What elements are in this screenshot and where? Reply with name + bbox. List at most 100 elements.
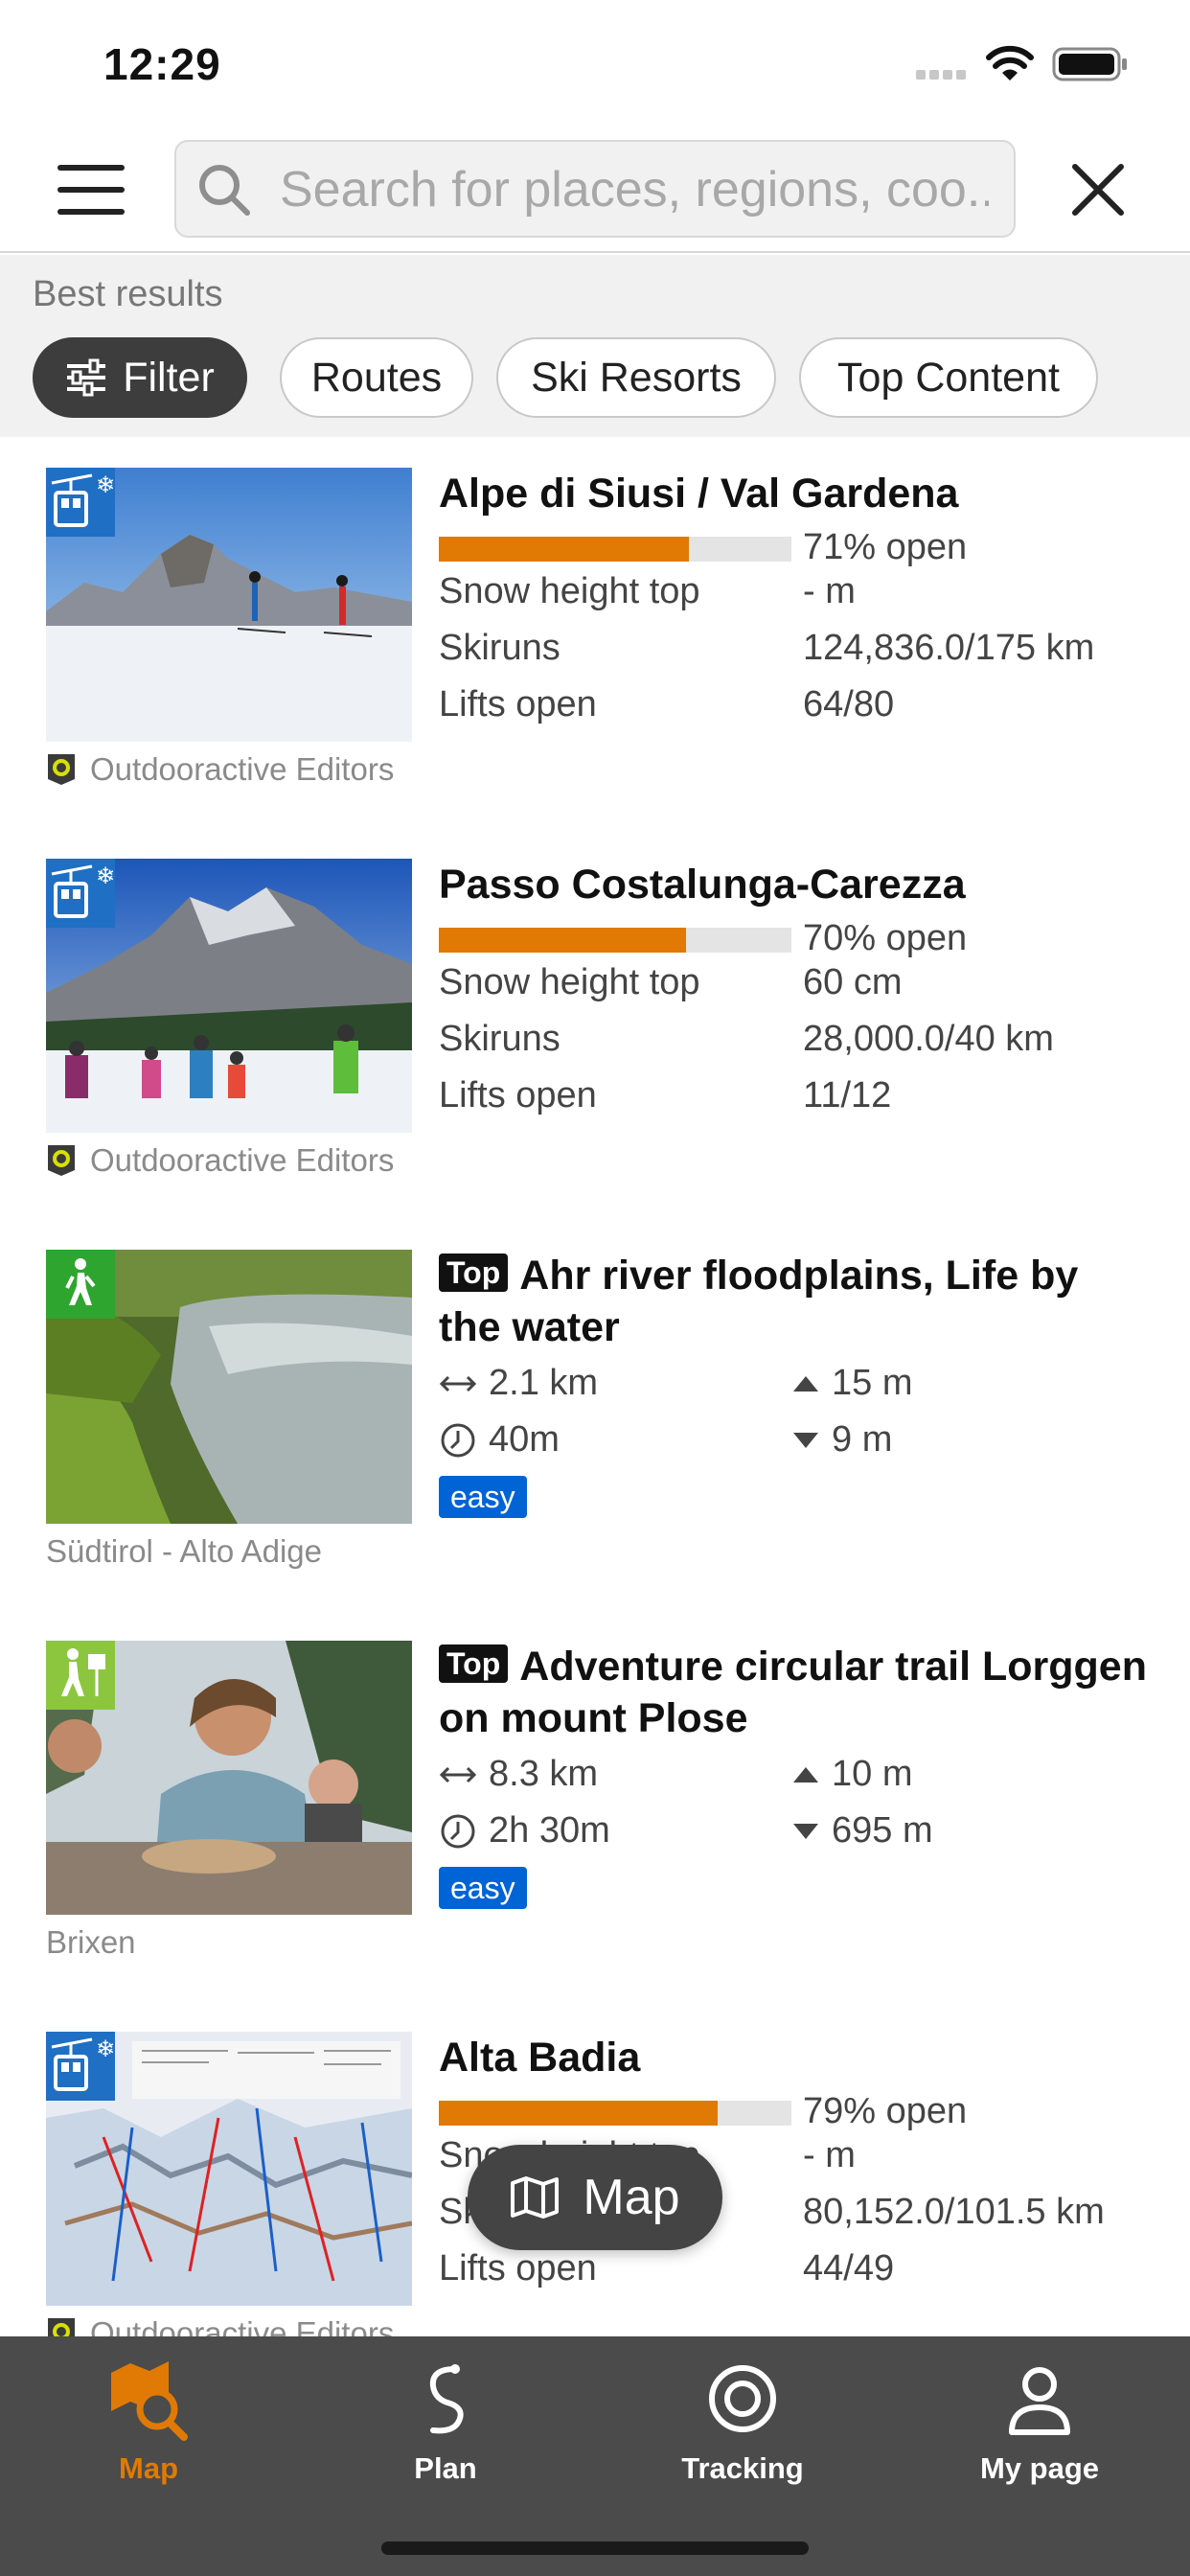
cellular-signal-icon [916, 67, 972, 80]
result-title: Alta Badia [439, 2035, 641, 2081]
map-icon [511, 2176, 560, 2219]
stat-label: Snow height top [439, 571, 700, 611]
outdooractive-logo-icon [48, 1145, 75, 1176]
result-title-text: Adventure circular trail Lorggen on moun… [439, 1644, 1147, 1741]
duration: 2h 30m [439, 1810, 610, 1852]
open-percent: 71% open [803, 527, 968, 567]
open-progress-fill [439, 2101, 718, 2126]
tab-tracking[interactable]: Tracking [594, 2356, 891, 2499]
ski-lift-icon: ❄ [46, 859, 115, 928]
distance: 2.1 km [439, 1363, 598, 1404]
descent-icon [793, 1432, 818, 1448]
filter-area: Best results Filter Routes Ski Resorts T… [0, 255, 1190, 437]
tab-tracking-label: Tracking [681, 2451, 804, 2485]
tab-my-page-label: My page [979, 2451, 1100, 2485]
ski-lift-icon: ❄ [46, 468, 115, 537]
search-header [0, 126, 1190, 253]
difficulty-badge: easy [439, 1476, 527, 1518]
ascent: 15 m [791, 1363, 912, 1404]
battery-icon [1052, 47, 1127, 81]
image-credit: Brixen [46, 1924, 136, 1961]
top-content-chip[interactable]: Top Content [799, 337, 1098, 418]
route-plan-icon [429, 2364, 464, 2434]
result-item[interactable]: ❄ Outdooractive Editors Alpe di Siusi / … [0, 468, 1190, 859]
result-title: Alpe di Siusi / Val Gardena [439, 471, 959, 517]
map-button[interactable]: Map [468, 2145, 722, 2250]
routes-chip[interactable]: Routes [280, 337, 473, 418]
stat-label: Snow height top [439, 962, 700, 1002]
stat-label: Skiruns [439, 1019, 561, 1059]
open-progress-bar [439, 928, 791, 953]
result-item[interactable]: Brixen Top Adventure circular trail Lorgg… [0, 1641, 1190, 2032]
ski-resorts-chip[interactable]: Ski Resorts [496, 337, 776, 418]
stat-label: Lifts open [439, 684, 597, 724]
stat-label: Lifts open [439, 2248, 597, 2288]
tab-plan[interactable]: Plan [297, 2356, 594, 2499]
svg-text:❄: ❄ [96, 2036, 115, 2062]
menu-button[interactable] [57, 165, 125, 218]
ascent: 10 m [791, 1754, 912, 1795]
stat-label: Skiruns [439, 628, 561, 668]
duration: 40m [439, 1419, 560, 1460]
ascent-value: 10 m [832, 1754, 913, 1794]
top-tag: Top [439, 1644, 509, 1683]
difficulty-badge: easy [439, 1867, 527, 1909]
status-time: 12:29 [103, 39, 221, 89]
result-item[interactable]: Südtirol - Alto Adige Top Ahr river flood… [0, 1250, 1190, 1641]
descent-value: 9 m [832, 1419, 893, 1460]
stat-value: 44/49 [803, 2248, 895, 2288]
descent: 695 m [791, 1810, 933, 1852]
svg-text:❄: ❄ [96, 862, 115, 889]
descent-value: 695 m [832, 1810, 933, 1851]
close-icon[interactable] [1071, 163, 1125, 217]
map-button-label: Map [583, 2170, 680, 2225]
ascent-value: 15 m [832, 1363, 913, 1403]
descent-icon [793, 1823, 818, 1839]
image-credit: Südtirol - Alto Adige [46, 1533, 322, 1570]
tab-my-page[interactable]: My page [891, 2356, 1188, 2499]
tab-map[interactable]: Map [0, 2356, 297, 2499]
wifi-icon [986, 45, 1034, 80]
duration-value: 2h 30m [489, 1810, 610, 1851]
stat-value: 60 cm [803, 962, 903, 1002]
stat-value: - m [803, 571, 856, 611]
open-progress-fill [439, 537, 690, 562]
svg-text:❄: ❄ [96, 472, 115, 498]
stat-value: 64/80 [803, 684, 895, 724]
open-percent: 70% open [803, 918, 968, 958]
result-title: Top Adventure circular trail Lorggen on m… [439, 1641, 1148, 1744]
distance-value: 2.1 km [489, 1363, 599, 1403]
open-percent: 79% open [803, 2091, 968, 2131]
image-credit: Outdooractive Editors [46, 1142, 394, 1179]
ski-lift-icon: ❄ [46, 2032, 115, 2101]
distance-value: 8.3 km [489, 1754, 599, 1794]
status-bar: 12:29 [0, 0, 1190, 126]
best-results-label: Best results [33, 274, 223, 314]
search-input[interactable] [280, 159, 989, 220]
top-tag: Top [439, 1254, 509, 1292]
home-indicator [381, 2542, 809, 2555]
result-title-text: Ahr river floodplains, Life by the water [439, 1253, 1079, 1350]
result-title: Passo Costalunga-Carezza [439, 862, 966, 908]
ski-resorts-chip-label: Ski Resorts [531, 354, 742, 401]
stat-label: Lifts open [439, 1075, 597, 1116]
tracking-icon [709, 2365, 776, 2432]
distance: 8.3 km [439, 1754, 598, 1795]
search-icon [199, 165, 250, 216]
descent: 9 m [791, 1419, 892, 1460]
open-progress-fill [439, 928, 686, 953]
map-search-icon [111, 2361, 188, 2441]
sliders-icon [67, 358, 106, 397]
outdooractive-logo-icon [48, 754, 75, 785]
stat-value: 80,152.0/101.5 km [803, 2192, 1105, 2232]
image-credit: Outdooractive Editors [46, 751, 394, 788]
hiking-icon [46, 1250, 115, 1319]
ascent-icon [793, 1375, 818, 1392]
search-box[interactable] [174, 140, 1016, 238]
distance-icon [439, 1766, 477, 1782]
routes-chip-label: Routes [310, 354, 443, 401]
result-item[interactable]: ❄ Outdooractive Editors Passo Costalunga… [0, 859, 1190, 1250]
filter-chip[interactable]: Filter [33, 337, 247, 418]
credit-text: Outdooractive Editors [90, 1142, 395, 1178]
user-icon [1009, 2367, 1070, 2435]
